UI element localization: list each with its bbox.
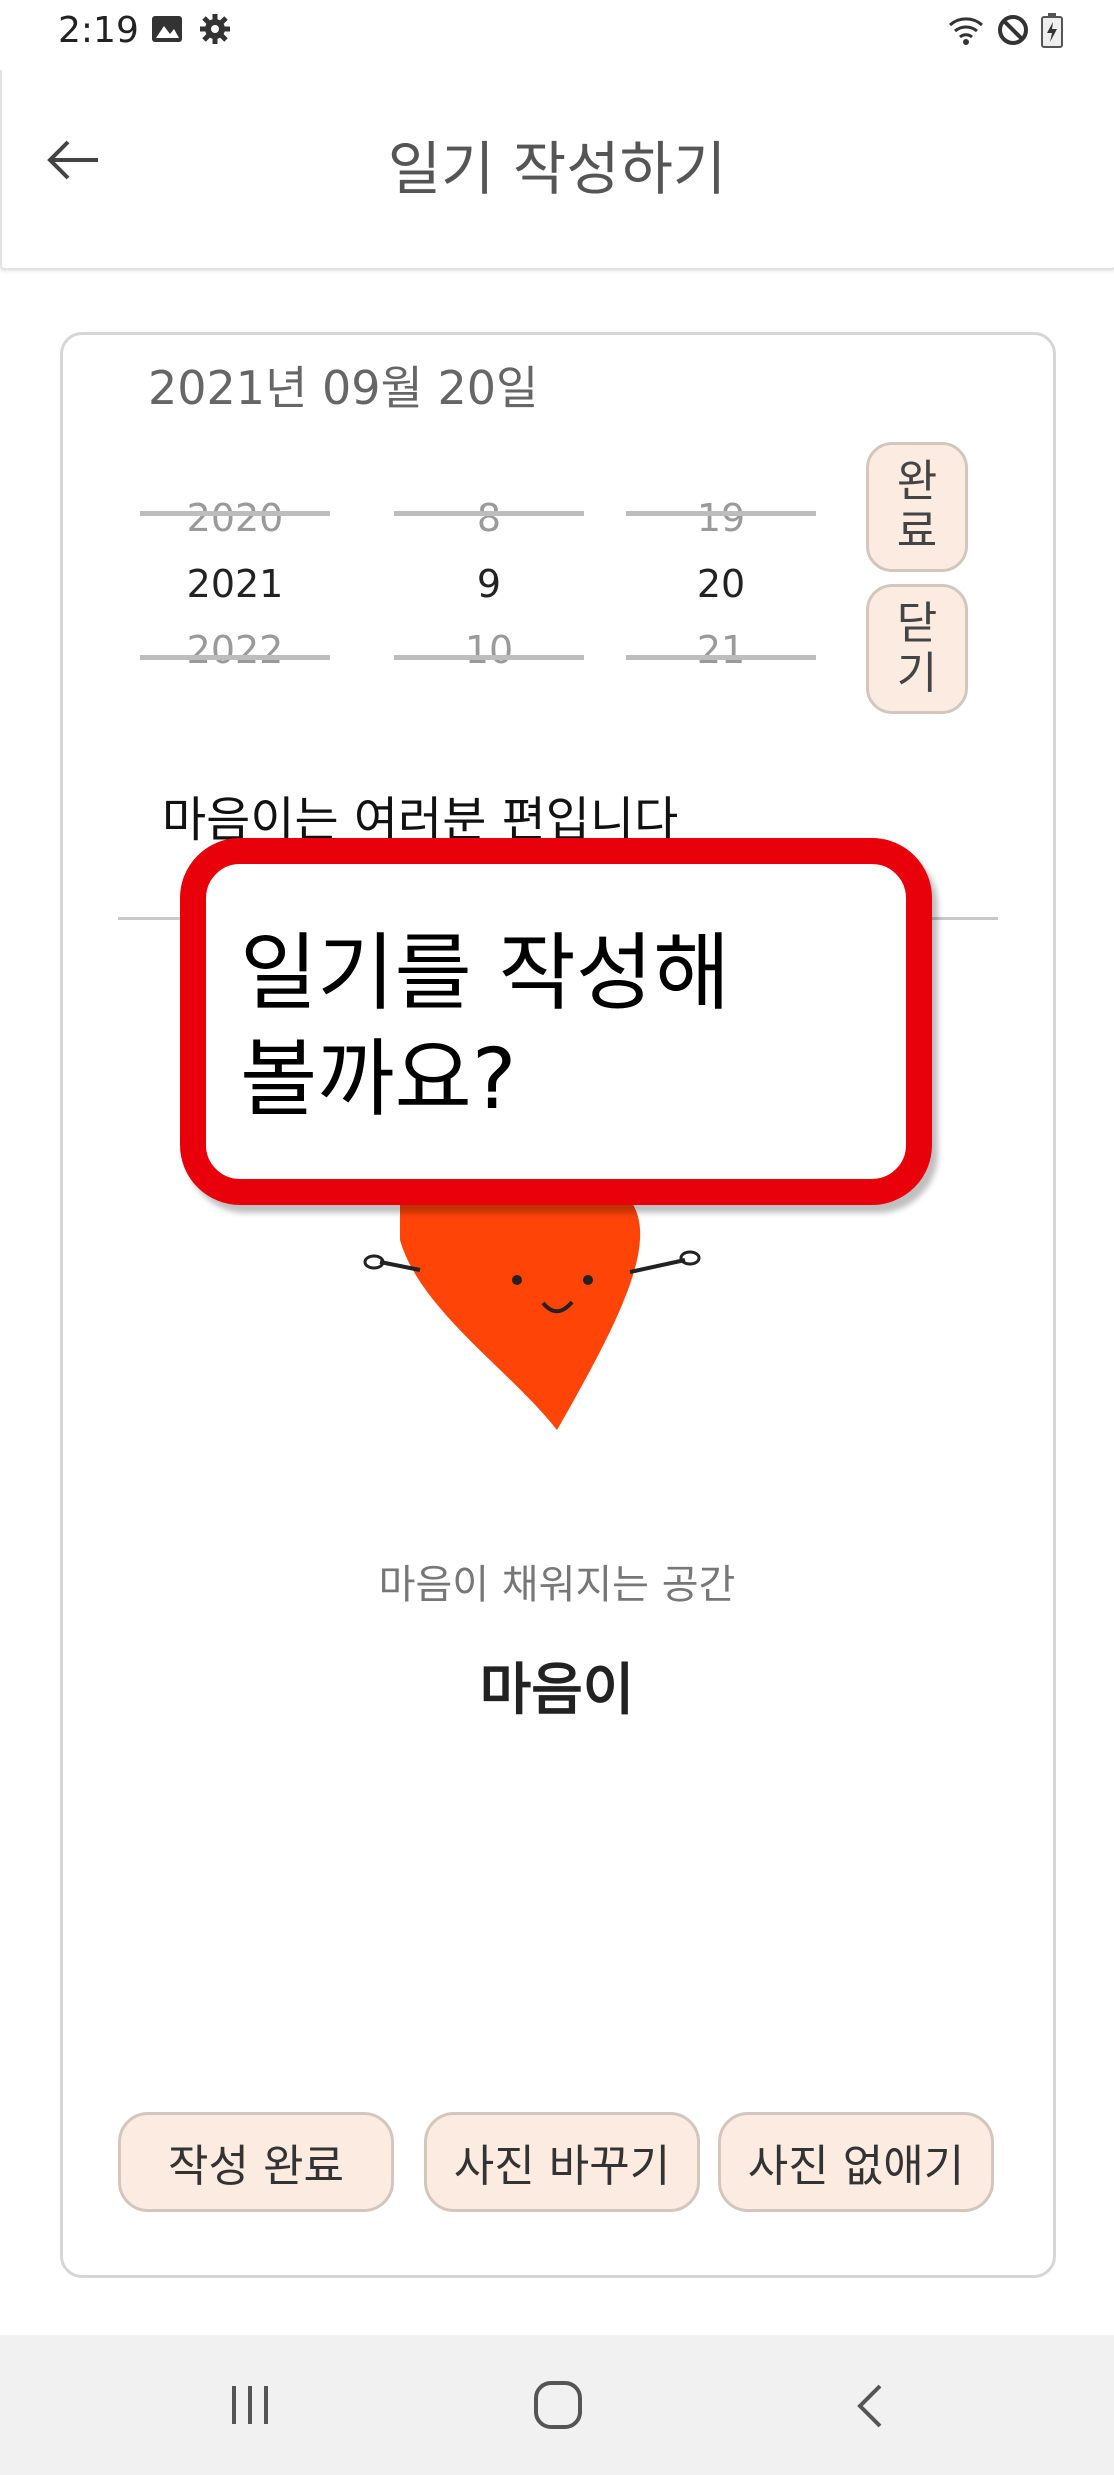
month-selected[interactable]: 9	[394, 562, 584, 606]
page-title: 일기 작성하기	[387, 135, 727, 203]
month-prev[interactable]: 8	[394, 496, 584, 540]
complete-button[interactable]: 작성 완료	[118, 2112, 394, 2212]
recent-apps-icon	[232, 2386, 268, 2424]
status-icons-right	[946, 12, 1064, 52]
day-picker[interactable]: 19 20 21	[626, 490, 816, 680]
year-divider-top	[140, 511, 330, 516]
remove-photo-button[interactable]: 사진 없애기	[718, 2112, 994, 2212]
date-close-button[interactable]: 닫 기	[866, 584, 968, 714]
logo-caption: 마음이 채워지는 공간	[378, 1562, 736, 1608]
year-next[interactable]: 2022	[140, 628, 330, 672]
status-icons-left	[150, 12, 232, 50]
day-divider-top	[626, 511, 816, 516]
back-icon	[857, 2384, 882, 2428]
date-done-button[interactable]: 완 료	[866, 442, 968, 572]
do-not-disturb-icon	[996, 13, 1030, 51]
change-photo-button[interactable]: 사진 바꾸기	[424, 2112, 700, 2212]
date-label: 2021년 09월 20일	[148, 361, 539, 415]
image-icon	[150, 12, 184, 50]
month-picker[interactable]: 8 9 10	[394, 490, 584, 680]
logo-text: 마음이	[479, 1658, 635, 1723]
month-next[interactable]: 10	[394, 628, 584, 672]
day-next[interactable]: 21	[626, 628, 816, 672]
status-time: 2:19	[58, 10, 139, 51]
wifi-icon	[946, 13, 986, 51]
tooltip-text: 일기를 작성해 볼까요?	[240, 924, 731, 1128]
home-icon	[534, 2381, 582, 2429]
nav-back-button[interactable]	[846, 2378, 896, 2434]
day-divider-bottom	[626, 655, 816, 660]
year-prev[interactable]: 2020	[140, 496, 330, 540]
year-selected[interactable]: 2021	[140, 562, 330, 606]
gear-icon	[198, 12, 232, 50]
day-prev[interactable]: 19	[626, 496, 816, 540]
year-picker[interactable]: 2020 2021 2022	[140, 490, 330, 680]
month-divider-bottom	[394, 655, 584, 660]
month-divider-top	[394, 511, 584, 516]
year-divider-bottom	[140, 655, 330, 660]
battery-icon	[1040, 12, 1064, 52]
recent-apps-button[interactable]	[220, 2380, 280, 2430]
heart-illustration	[360, 1176, 760, 1440]
home-button[interactable]	[526, 2375, 590, 2435]
heart-character-icon	[363, 1176, 701, 1430]
day-selected[interactable]: 20	[626, 562, 816, 606]
